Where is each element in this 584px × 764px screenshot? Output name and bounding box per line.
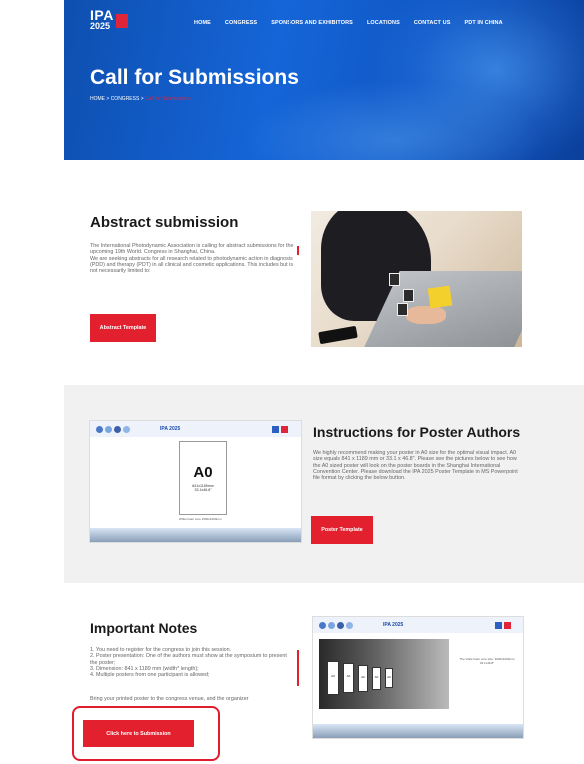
nav-contact[interactable]: CONTACT US xyxy=(414,20,451,26)
breadcrumb-current: Call for Submissions xyxy=(145,96,191,102)
photo-phone xyxy=(318,325,358,345)
logo-red-mark xyxy=(116,14,128,28)
notes-item-2: 2. Poster presentation: One of the autho… xyxy=(90,653,287,666)
breadcrumb: HOME > CONGRESS > Call for Submissions xyxy=(90,96,191,102)
notes-title: Important Notes xyxy=(90,620,198,636)
photo-hand xyxy=(406,306,446,324)
abstract-scrollbar[interactable] xyxy=(297,246,299,255)
poster-template-button[interactable]: Poster Template xyxy=(311,516,373,544)
nav-locations[interactable]: LOCATIONS xyxy=(367,20,400,26)
ipa-mini-logo xyxy=(495,622,511,629)
poster-skyline xyxy=(313,724,523,738)
main-nav: HOME CONGRESS SPONSORS AND EXHIBITORS LO… xyxy=(194,16,517,30)
a0-caption: White foam core 1500x1200mm xyxy=(179,517,222,521)
breadcrumb-links[interactable]: HOME > CONGRESS > xyxy=(90,96,145,102)
nav-congress[interactable]: CONGRESS xyxy=(225,20,257,26)
nav-home[interactable]: HOME xyxy=(194,20,211,26)
poster-title: IPA 2025 xyxy=(160,426,181,432)
notes-list: 1. You need to register for the congress… xyxy=(90,647,295,680)
page-title: Call for Submissions xyxy=(90,66,299,89)
a0-poster-image: IPA 2025 A0 841x1189mm 33.1x46.8" White f… xyxy=(89,420,302,543)
ipa-logo[interactable]: IPA 2025 xyxy=(90,7,128,32)
poster-board: A0 xyxy=(385,668,393,688)
exhibit-hall-photo: A0 A0 A0 A0 A0 xyxy=(319,639,449,709)
notes-scrollbar[interactable] xyxy=(297,650,299,686)
poster-title-heading: Instructions for Poster Authors xyxy=(313,424,521,440)
abstract-title: Abstract submission xyxy=(90,214,239,231)
logo-text-ipa: IPA xyxy=(90,7,114,23)
document-icon xyxy=(389,273,400,286)
nav-sponsors[interactable]: SPONSORS AND EXHIBITORS xyxy=(271,20,353,26)
poster-title: IPA 2025 xyxy=(383,622,404,628)
photo-sticky-note xyxy=(427,285,453,309)
abstract-template-button[interactable]: Abstract Template xyxy=(90,314,156,342)
abstract-photo xyxy=(311,211,522,347)
header-banner: IPA 2025 HOME CONGRESS SPONSORS AND EXHI… xyxy=(64,0,584,160)
a0-label: A0 xyxy=(193,464,213,481)
sponsor-logos xyxy=(319,622,353,629)
notes-item-4: 4. Multiple posters from one participant… xyxy=(90,672,210,679)
poster-board: A0 xyxy=(343,663,354,693)
notes-item-5: Bring your printed poster to the congres… xyxy=(90,696,249,702)
nav-active-indicator xyxy=(289,16,290,30)
a0-size: 841x1189mm 33.1x46.8" xyxy=(192,484,214,493)
poster-boards-image: IPA 2025 A0 A0 A0 A0 A0 The white foam c… xyxy=(312,616,524,739)
document-icon xyxy=(397,303,408,316)
poster-skyline xyxy=(90,528,301,542)
abstract-body: The International Photodynamic Associati… xyxy=(90,243,294,275)
poster-board: A0 xyxy=(327,661,339,695)
submission-highlight-frame xyxy=(72,706,220,761)
a0-frame: A0 841x1189mm 33.1x46.8" xyxy=(179,441,227,515)
document-icon xyxy=(403,289,414,302)
poster-board: A0 xyxy=(358,665,368,692)
nav-pdt-china[interactable]: PDT IN CHINA xyxy=(465,20,503,26)
ipa-mini-logo xyxy=(272,426,288,433)
board-caption: The white foam core size: 1000x1200mm 33.… xyxy=(459,657,515,665)
poster-board: A0 xyxy=(372,667,381,690)
sponsor-logos xyxy=(96,426,130,433)
poster-body: We highly recommend making your poster i… xyxy=(313,450,518,482)
